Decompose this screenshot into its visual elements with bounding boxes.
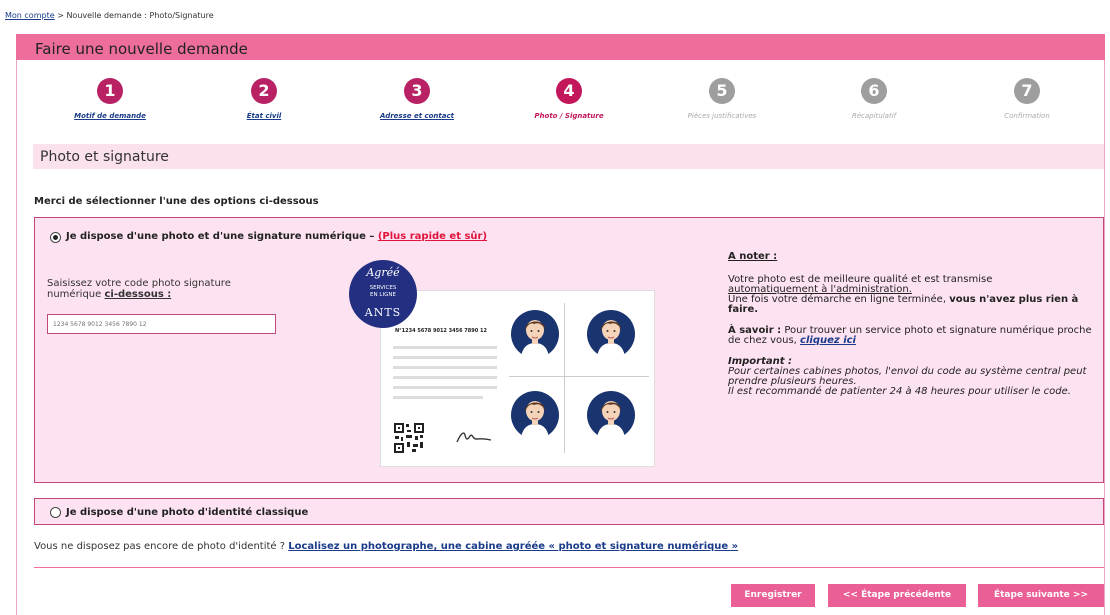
no-photo-message: Vous ne disposez pas encore de photo d'i… xyxy=(34,541,738,552)
option-classic-photo-label[interactable]: Je dispose d'une photo d'identité classi… xyxy=(66,507,308,518)
save-button[interactable]: Enregistrer xyxy=(731,584,815,607)
step-number: 6 xyxy=(861,78,887,104)
option-digital-photo-label[interactable]: Je dispose d'une photo et d'une signatur… xyxy=(66,231,487,242)
step-label: Pièces justificatives xyxy=(687,112,757,120)
page-title: Faire une nouvelle demande xyxy=(35,40,248,58)
step-number: 7 xyxy=(1014,78,1040,104)
card-text-line xyxy=(393,366,497,369)
step-label[interactable]: État civil xyxy=(194,112,334,120)
code-label-line2: numérique xyxy=(47,289,102,300)
card-text-line xyxy=(393,386,497,389)
signature-icon xyxy=(456,432,492,443)
step-label[interactable]: Motif de demande xyxy=(40,112,180,120)
no-photo-text: Vous ne disposez pas encore de photo d'i… xyxy=(34,541,286,552)
seal-middle-line: EN LIGNE xyxy=(370,292,396,298)
step-pieces: 5 Pièces justificatives xyxy=(652,78,792,120)
id-photo-icon xyxy=(587,391,635,439)
step-photo-signature: 4 Photo / Signature xyxy=(499,78,639,120)
important-text: Il est recommandé de patienter 24 à 48 h… xyxy=(728,386,1071,397)
id-photo-icon xyxy=(511,391,559,439)
step-number: 5 xyxy=(709,78,735,104)
breadcrumb-current: Nouvelle demande : Photo/Signature xyxy=(66,11,214,20)
breadcrumb: Mon compte > Nouvelle demande : Photo/Si… xyxy=(5,11,214,20)
section-title: Photo et signature xyxy=(40,149,169,165)
seal-middle-line: SERVICES xyxy=(369,285,397,291)
option-classic-photo-panel: Je dispose d'une photo d'identité classi… xyxy=(34,498,1104,525)
option-digital-photo-panel: Je dispose d'une photo et d'une signatur… xyxy=(34,217,1104,483)
option-label-text: Je dispose d'une photo et d'une signatur… xyxy=(66,231,375,242)
step-number: 2 xyxy=(251,78,277,104)
previous-step-button[interactable]: << Étape précédente xyxy=(828,584,966,607)
step-number: 1 xyxy=(97,78,123,104)
seal-middle-text: SERVICES EN LIGNE xyxy=(349,285,417,299)
step-label: Photo / Signature xyxy=(534,112,604,120)
step-motif[interactable]: 1 Motif de demande xyxy=(40,78,180,120)
section-header: Photo et signature xyxy=(33,144,1104,169)
page-header: Faire une nouvelle demande xyxy=(16,34,1105,60)
ants-approved-seal: Agréé SERVICES EN LIGNE ANTS xyxy=(349,260,417,328)
options-prompt: Merci de sélectionner l'une des options … xyxy=(34,196,319,207)
fast-safe-tag: (Plus rapide et sûr) xyxy=(377,231,488,242)
progress-steps: 1 Motif de demande 2 État civil 3 Adress… xyxy=(16,78,1105,128)
photo-grid-divider xyxy=(564,303,565,453)
notes-text: Une fois votre démarche en ligne terminé… xyxy=(728,294,946,305)
photo-grid-divider xyxy=(509,376,649,377)
seal-top-text: Agréé xyxy=(366,266,400,279)
notes-heading: A noter : xyxy=(728,251,778,262)
code-label-line1: Saisissez votre code photo signature xyxy=(47,278,231,289)
breadcrumb-home-link[interactable]: Mon compte xyxy=(5,11,55,20)
card-text-line xyxy=(393,396,483,399)
qr-code-icon xyxy=(393,422,425,454)
step-etat-civil[interactable]: 2 État civil xyxy=(194,78,334,120)
step-number: 4 xyxy=(556,78,582,104)
card-code-text: N°1234 5678 9012 3456 7890 12 xyxy=(395,328,487,334)
next-step-button[interactable]: Étape suivante >> xyxy=(978,584,1104,607)
page: Mon compte > Nouvelle demande : Photo/Si… xyxy=(0,0,1110,615)
step-label: Confirmation xyxy=(1004,112,1050,120)
find-service-link[interactable]: cliquez ici xyxy=(800,335,856,346)
breadcrumb-separator: > xyxy=(57,11,64,20)
seal-bottom-text: ANTS xyxy=(364,306,402,319)
step-adresse[interactable]: 3 Adresse et contact xyxy=(347,78,487,120)
id-photo-icon xyxy=(587,310,635,358)
photo-card-illustration: N°1234 5678 9012 3456 7890 12 xyxy=(380,290,655,467)
card-text-line xyxy=(393,356,497,359)
card-text-line xyxy=(393,346,497,349)
code-instructions: Saisissez votre code photo signature num… xyxy=(47,278,231,300)
code-label-emphasis: ci-dessous : xyxy=(104,289,172,300)
id-photo-icon xyxy=(511,310,559,358)
locate-photographer-link[interactable]: Localisez un photographe, une cabine agr… xyxy=(288,541,738,552)
photo-code-input[interactable] xyxy=(47,314,276,334)
important-text: Pour certaines cabines photos, l'envoi d… xyxy=(728,366,1087,387)
step-recapitulatif: 6 Récapitulatif xyxy=(804,78,944,120)
footer-divider xyxy=(34,567,1104,568)
step-confirmation: 7 Confirmation xyxy=(957,78,1097,120)
option-classic-photo-radio[interactable] xyxy=(50,507,61,518)
notes-panel: A noter : Votre photo est de meilleure q… xyxy=(728,252,1098,397)
step-label: Récapitulatif xyxy=(851,112,897,120)
a-savoir-text: Pour trouver un service photo et signatu… xyxy=(728,325,1092,346)
card-text-line xyxy=(393,376,497,379)
step-number: 3 xyxy=(404,78,430,104)
option-digital-photo-radio[interactable] xyxy=(50,232,61,243)
step-label[interactable]: Adresse et contact xyxy=(347,112,487,120)
